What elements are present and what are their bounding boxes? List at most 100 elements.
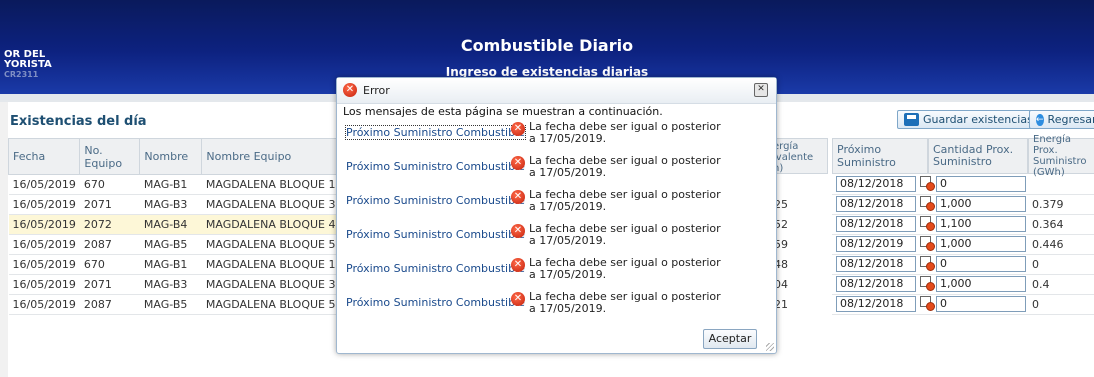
proximo-suministro-date-input[interactable]: 08/12/2019 [836, 236, 916, 252]
left-strip [0, 102, 8, 377]
app-title: Combustible Diario [460, 36, 634, 55]
error-message-text: La fecha debe ser igual o posterior a 17… [529, 256, 721, 281]
error-message-text: La fecha debe ser igual o posterior a 17… [529, 188, 721, 213]
table-row: 08/12/2018 1,000 0.4 [832, 274, 1094, 295]
error-field-link[interactable]: Próximo Suministro Combustible [346, 262, 525, 275]
table-row[interactable]: 16/05/2019 670 MAG-B1 MAGDALENA BLOQUE 1 (U [8, 254, 342, 275]
cell-nombre-equipo: MAGDALENA BLOQUE 1 (U [201, 174, 342, 195]
table-row[interactable]: 16/05/2019 2072 MAG-B4 MAGDALENA BLOQUE 4 (… [8, 214, 342, 235]
cell-no-equipo: 670 [79, 254, 140, 275]
floppy-disk-icon [904, 113, 919, 126]
energia-prox-cell: 0.4 [1032, 278, 1050, 291]
back-button[interactable]: ← Regresar [1029, 110, 1094, 129]
cantidad-prox-input[interactable]: 0 [936, 256, 1026, 272]
column-header-nombre[interactable]: Nombre [139, 138, 203, 175]
calendar-icon[interactable] [920, 216, 936, 231]
column-header-energia-equivalente: ergía ivalente h) [770, 138, 828, 174]
table-row[interactable]: 16/05/2019 2071 MAG-B3 MAGDALENA BLOQUE 3 (… [8, 274, 342, 295]
cell-no-equipo: 2087 [79, 294, 140, 315]
proximo-suministro-date-input[interactable]: 08/12/2018 [836, 296, 916, 312]
error-x-icon: ✕ [511, 224, 525, 238]
section-title: Existencias del día [10, 114, 147, 129]
cell-fecha: 16/05/2019 [8, 274, 80, 295]
table-row[interactable]: 16/05/2019 2071 MAG-B3 MAGDALENA BLOQUE 3 (… [8, 194, 342, 215]
cell-fecha: 16/05/2019 [8, 194, 80, 215]
cell-nombre-equipo: MAGDALENA BLOQUE 5 (U [201, 234, 342, 255]
energy-header-line-2: ivalente [773, 152, 814, 163]
proximo-suministro-date-input[interactable]: 08/12/2018 [836, 256, 916, 272]
cell-nombre: MAG-B5 [139, 294, 202, 315]
energia-prox-cell: 0.446 [1032, 238, 1064, 251]
energia-prox-cell: 0 [1032, 258, 1039, 271]
cantidad-prox-input[interactable]: 0 [936, 176, 1026, 192]
cantidad-prox-input[interactable]: 1,000 [936, 236, 1026, 252]
save-button[interactable]: Guardar existencias [897, 110, 1040, 129]
cantidad-prox-input[interactable]: 1,000 [936, 276, 1026, 292]
cell-nombre: MAG-B1 [139, 254, 202, 275]
dialog-title: Error [363, 84, 390, 97]
cell-fecha: 16/05/2019 [8, 234, 80, 255]
calendar-icon[interactable] [920, 256, 936, 271]
energia-prox-cell: 0.379 [1032, 198, 1064, 211]
table-row: 08/12/2019 1,000 0.446 [832, 234, 1094, 255]
calendar-icon[interactable] [920, 276, 936, 291]
table-row[interactable]: 16/05/2019 2087 MAG-B5 MAGDALENA BLOQUE 5 (… [8, 294, 342, 315]
error-row: Próximo Suministro Combustible ✕ La fecha … [337, 257, 777, 283]
calendar-icon[interactable] [920, 236, 936, 251]
cell-nombre-equipo: MAGDALENA BLOQUE 1 (U [201, 254, 342, 275]
cantidad-prox-input[interactable]: 1,100 [936, 216, 1026, 232]
proximo-suministro-date-input[interactable]: 08/12/2018 [836, 196, 916, 212]
error-message-text: La fecha debe ser igual o posterior a 17… [529, 154, 721, 179]
cell-nombre-equipo: MAGDALENA BLOQUE 3 (U [201, 274, 342, 295]
table-row: 08/12/2018 1,100 0.364 [832, 214, 1094, 235]
column-header-nombre-equipo[interactable]: Nombre Equipo [201, 138, 343, 175]
error-x-icon: ✕ [511, 292, 525, 306]
cell-nombre-equipo: MAGDALENA BLOQUE 4 (U [201, 214, 342, 235]
dialog-titlebar[interactable]: ✕ Error ✕ [337, 78, 776, 104]
error-field-link[interactable]: Próximo Suministro Combustible [346, 228, 525, 241]
proximo-suministro-date-input[interactable]: 08/12/2018 [836, 216, 916, 232]
table-row[interactable]: 16/05/2019 670 MAG-B1 MAGDALENA BLOQUE 1 (U [8, 174, 342, 195]
error-field-link[interactable]: Próximo Suministro Combustible [345, 125, 526, 140]
column-header-cantidad-prox[interactable]: Cantidad Prox. Suministro [928, 138, 1028, 174]
cell-nombre-equipo: MAGDALENA BLOQUE 3 (U [201, 194, 342, 215]
table-row[interactable]: 16/05/2019 2087 MAG-B5 MAGDALENA BLOQUE 5 (… [8, 234, 342, 255]
proximo-suministro-date-input[interactable]: 08/12/2018 [836, 276, 916, 292]
column-header-no-equipo[interactable]: No. Equipo [79, 138, 141, 175]
dialog-message: Los mensajes de esta página se muestran … [343, 105, 663, 118]
table-row: 08/12/2018 1,000 0.379 [832, 194, 1094, 215]
error-dialog: ✕ Error ✕ Los mensajes de esta página se… [336, 77, 777, 354]
table-row: 08/12/2018 0 0 [832, 254, 1094, 275]
calendar-icon[interactable] [920, 196, 936, 211]
error-field-link[interactable]: Próximo Suministro Combustible [346, 296, 525, 309]
calendar-icon[interactable] [920, 296, 936, 311]
cantidad-prox-input[interactable]: 0 [936, 296, 1026, 312]
column-header-proximo-suministro[interactable]: Próximo Suministro [832, 138, 928, 174]
column-header-fecha[interactable]: Fecha [7, 138, 81, 175]
error-x-icon: ✕ [511, 156, 525, 170]
calendar-icon[interactable] [920, 176, 936, 191]
cantidad-prox-input[interactable]: 1,000 [936, 196, 1026, 212]
error-x-icon: ✕ [511, 190, 525, 204]
error-field-link[interactable]: Próximo Suministro Combustible [346, 160, 525, 173]
error-row: Próximo Suministro Combustible ✕ La fecha … [337, 155, 777, 181]
table-row: 08/12/2018 0 [832, 174, 1094, 195]
error-row: Próximo Suministro Combustible ✕ La fecha … [337, 291, 777, 317]
cell-no-equipo: 2072 [79, 214, 140, 235]
existencias-table: Fecha No. Equipo Nombre Nombre Equipo 16… [7, 138, 343, 315]
error-message-text: La fecha debe ser igual o posterior a 17… [529, 120, 721, 145]
cell-nombre: MAG-B3 [139, 274, 202, 295]
cell-nombre: MAG-B4 [139, 214, 202, 235]
table-row: 08/12/2018 0 0 [832, 294, 1094, 315]
accept-button[interactable]: Aceptar [703, 329, 757, 349]
back-button-label: Regresar [1047, 113, 1094, 126]
error-field-link[interactable]: Próximo Suministro Combustible [346, 194, 525, 207]
resize-grip-icon[interactable] [766, 343, 774, 351]
close-icon[interactable]: ✕ [754, 83, 768, 97]
save-button-label: Guardar existencias [923, 113, 1033, 126]
error-message-text: La fecha debe ser igual o posterior a 17… [529, 290, 721, 315]
proximo-suministro-date-input[interactable]: 08/12/2018 [836, 176, 916, 192]
energia-prox-cell: 0.364 [1032, 218, 1064, 231]
column-header-energia-prox[interactable]: Energía Prox. Suministro (GWh) [1028, 134, 1094, 178]
cell-no-equipo: 2087 [79, 234, 140, 255]
